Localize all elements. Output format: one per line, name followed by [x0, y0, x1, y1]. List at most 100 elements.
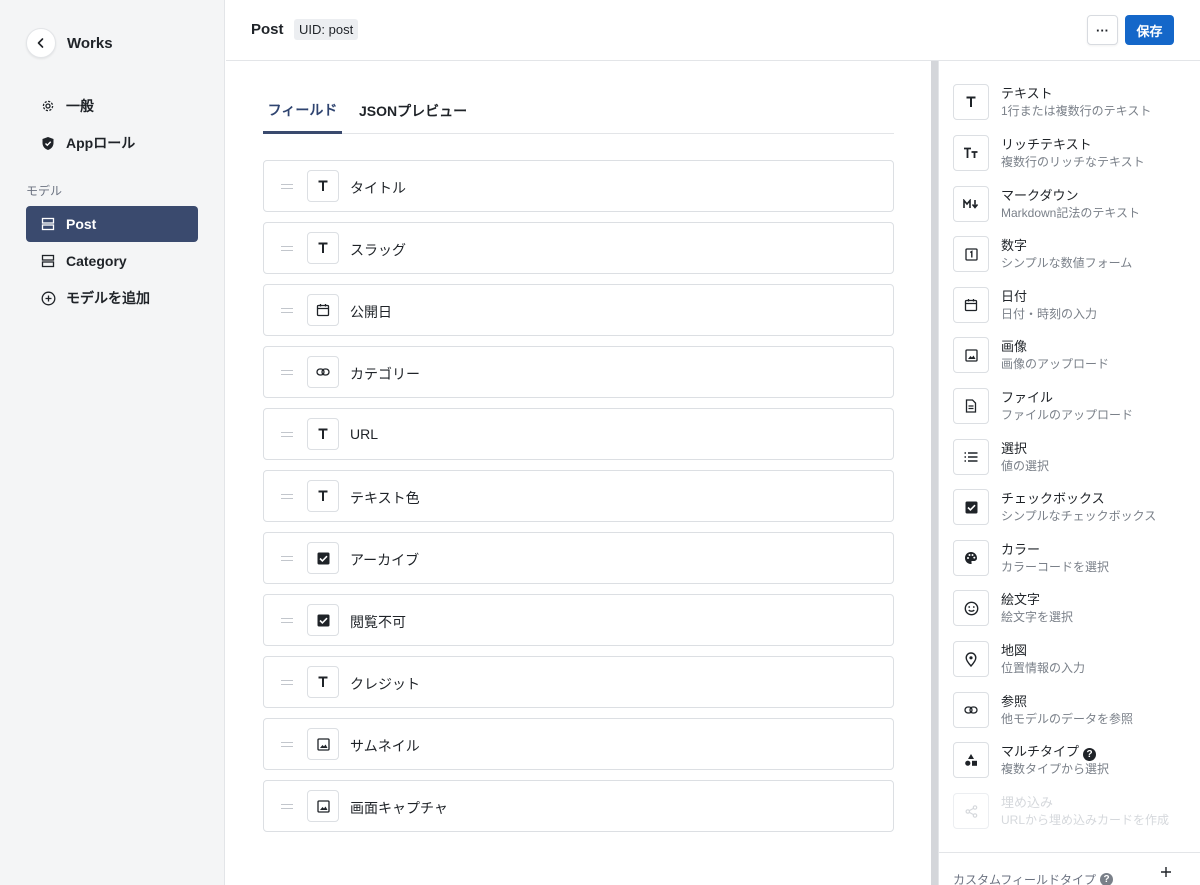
sidebar-item-model-category[interactable]: Category — [26, 243, 198, 279]
field-type-desc: 複数行のリッチなテキスト — [1001, 155, 1145, 169]
field-row[interactable]: 閲覧不可 — [263, 594, 894, 646]
field-type-multi-type[interactable]: マルチタイプ? 複数タイプから選択 — [953, 741, 1193, 781]
rich-text-icon — [953, 135, 989, 171]
drag-handle-icon[interactable] — [281, 246, 293, 251]
field-label: URL — [350, 426, 379, 442]
tab-fields[interactable]: フィールド — [263, 88, 342, 134]
page-title: Post — [251, 21, 284, 38]
models-section-label: モデル — [26, 184, 63, 198]
sidebar-item-general[interactable]: 一般 — [26, 88, 198, 124]
field-type-name-text: マルチタイプ — [1001, 744, 1080, 759]
text-icon — [307, 480, 339, 512]
field-type-name: チェックボックス — [1001, 491, 1105, 506]
image-icon — [307, 728, 339, 760]
divider — [939, 852, 1200, 853]
field-type-checkbox[interactable]: チェックボックス シンプルなチェックボックス — [953, 488, 1193, 528]
map-pin-icon — [953, 641, 989, 677]
field-label: 公開日 — [350, 304, 392, 320]
link-icon — [307, 356, 339, 388]
sidebar-item-label: Appロール — [66, 135, 136, 151]
tab-json-preview[interactable]: JSONプレビュー — [359, 88, 467, 133]
field-type-date[interactable]: 日付 日付・時刻の入力 — [953, 286, 1193, 326]
field-type-name: 絵文字 — [1001, 592, 1041, 607]
field-type-text[interactable]: テキスト 1行または複数行のテキスト — [953, 83, 1193, 123]
back-button[interactable] — [26, 28, 56, 58]
field-label: タイトル — [350, 180, 406, 196]
field-row[interactable]: URL — [263, 408, 894, 460]
field-type-name: 日付 — [1001, 289, 1028, 304]
drag-handle-icon[interactable] — [281, 432, 293, 437]
sidebar-item-model-post[interactable]: Post — [26, 206, 198, 242]
checkbox-icon — [953, 489, 989, 525]
sidebar-item-label: 一般 — [66, 98, 94, 114]
field-row[interactable]: タイトル — [263, 160, 894, 212]
field-type-desc: 日付・時刻の入力 — [1001, 307, 1098, 321]
field-label: 閲覧不可 — [350, 614, 406, 630]
field-type-desc: 他モデルのデータを参照 — [1001, 712, 1134, 726]
field-type-number[interactable]: 数字 シンプルな数値フォーム — [953, 235, 1193, 275]
field-type-rich-text[interactable]: リッチテキスト 複数行のリッチなテキスト — [953, 134, 1193, 174]
palette-icon — [953, 540, 989, 576]
drag-handle-icon[interactable] — [281, 804, 293, 809]
drag-handle-icon[interactable] — [281, 556, 293, 561]
tab-bar: フィールド JSONプレビュー — [263, 88, 894, 134]
add-model-button[interactable]: モデルを追加 — [26, 280, 198, 316]
field-label: 画面キャプチャ — [350, 800, 448, 816]
field-row[interactable]: スラッグ — [263, 222, 894, 274]
field-type-map[interactable]: 地図 位置情報の入力 — [953, 640, 1193, 680]
field-type-emoji[interactable]: 絵文字 絵文字を選択 — [953, 589, 1193, 629]
drag-handle-icon[interactable] — [281, 308, 293, 313]
field-type-name: 選択 — [1001, 441, 1028, 456]
field-row[interactable]: カテゴリー — [263, 346, 894, 398]
calendar-icon — [953, 287, 989, 323]
field-label: クレジット — [350, 676, 420, 692]
drag-handle-icon[interactable] — [281, 742, 293, 747]
sidebar-item-app-roles[interactable]: Appロール — [26, 125, 198, 161]
field-row[interactable]: アーカイブ — [263, 532, 894, 584]
field-type-name: 埋め込み — [1001, 795, 1054, 810]
text-icon — [307, 232, 339, 264]
drag-handle-icon[interactable] — [281, 184, 293, 189]
field-type-name: カラー — [1001, 542, 1041, 557]
field-type-desc: URLから埋め込みカードを作成 — [1001, 813, 1170, 827]
field-type-color[interactable]: カラー カラーコードを選択 — [953, 539, 1193, 579]
field-row[interactable]: クレジット — [263, 656, 894, 708]
list-icon — [953, 439, 989, 475]
field-type-name: マークダウン — [1001, 188, 1079, 203]
drag-handle-icon[interactable] — [281, 370, 293, 375]
more-button[interactable]: ··· — [1087, 15, 1118, 45]
plus-icon[interactable] — [1160, 866, 1172, 878]
drag-handle-icon[interactable] — [281, 680, 293, 685]
field-row[interactable]: テキスト色 — [263, 470, 894, 522]
checkbox-icon — [307, 542, 339, 574]
field-row[interactable]: 公開日 — [263, 284, 894, 336]
field-type-desc: ファイルのアップロード — [1001, 408, 1134, 422]
model-icon — [40, 253, 56, 269]
sidebar: Works 一般 Appロール モデル Post Category モデルを追加 — [0, 0, 225, 885]
plus-circle-icon — [40, 290, 56, 306]
checkbox-icon — [307, 604, 339, 636]
link-icon — [953, 692, 989, 728]
field-row[interactable]: 画面キャプチャ — [263, 780, 894, 832]
field-type-name: マルチタイプ? — [1001, 741, 1097, 761]
help-icon[interactable]: ? — [1100, 873, 1114, 885]
save-button[interactable]: 保存 — [1125, 15, 1174, 45]
field-label: アーカイブ — [350, 552, 420, 568]
field-type-markdown[interactable]: マークダウン Markdown記法のテキスト — [953, 185, 1193, 225]
field-type-desc: シンプルな数値フォーム — [1001, 256, 1133, 270]
emoji-icon — [953, 590, 989, 626]
field-type-select[interactable]: 選択 値の選択 — [953, 438, 1193, 478]
field-type-image[interactable]: 画像 画像のアップロード — [953, 336, 1193, 376]
field-type-name: 地図 — [1001, 643, 1028, 658]
field-type-file[interactable]: ファイル ファイルのアップロード — [953, 387, 1193, 427]
drag-handle-icon[interactable] — [281, 494, 293, 499]
field-type-desc: 複数タイプから選択 — [1001, 762, 1110, 776]
uid-badge: UID: post — [294, 19, 359, 40]
field-type-reference[interactable]: 参照 他モデルのデータを参照 — [953, 691, 1193, 731]
file-icon — [953, 388, 989, 424]
scrollbar[interactable] — [931, 61, 938, 885]
drag-handle-icon[interactable] — [281, 618, 293, 623]
top-bar: Post UID: post ··· 保存 — [226, 0, 1200, 61]
text-icon — [307, 418, 339, 450]
field-row[interactable]: サムネイル — [263, 718, 894, 770]
